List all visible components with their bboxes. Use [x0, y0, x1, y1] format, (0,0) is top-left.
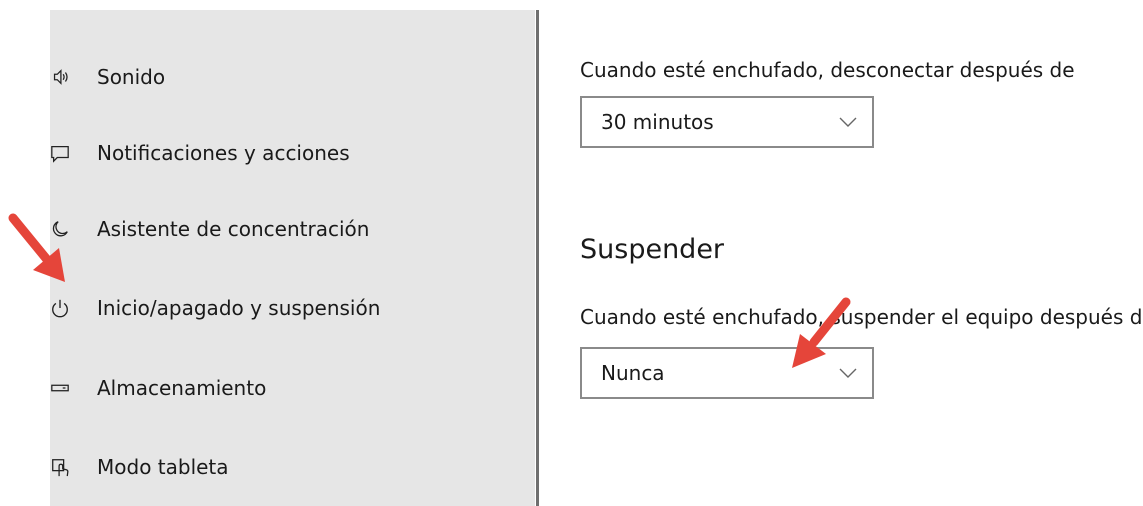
sidebar-divider — [536, 10, 539, 506]
sleep-timeout-value: Nunca — [601, 361, 665, 385]
annotation-arrow-left — [8, 213, 65, 282]
speaker-icon — [50, 65, 70, 89]
screen-timeout-dropdown[interactable]: 30 minutos — [580, 96, 874, 148]
sidebar-item-label: Almacenamiento — [97, 376, 267, 400]
sidebar-item-label: Sonido — [97, 65, 166, 89]
sidebar-item-label: Modo tableta — [97, 455, 229, 479]
tablet-mode-icon — [50, 455, 70, 479]
chevron-down-icon — [839, 117, 857, 127]
settings-main: Cuando esté enchufado, desconectar despu… — [580, 0, 1143, 506]
sidebar-item-label: Inicio/apagado y suspensión — [97, 296, 381, 320]
sleep-section-heading: Suspender — [580, 234, 725, 265]
power-icon — [50, 296, 70, 320]
annotation-arrow-right — [792, 297, 851, 368]
sleep-timeout-label: Cuando esté enchufado, suspender el equi… — [580, 305, 1143, 329]
notification-icon — [50, 141, 70, 165]
settings-sidebar: Sonido Notificaciones y acciones Asisten… — [50, 10, 535, 506]
sidebar-item-label: Notificaciones y acciones — [97, 141, 350, 165]
storage-icon — [50, 376, 70, 400]
screen-timeout-value: 30 minutos — [601, 110, 714, 134]
screen-timeout-label: Cuando esté enchufado, desconectar despu… — [580, 58, 1075, 82]
sidebar-item-label: Asistente de concentración — [97, 217, 370, 241]
